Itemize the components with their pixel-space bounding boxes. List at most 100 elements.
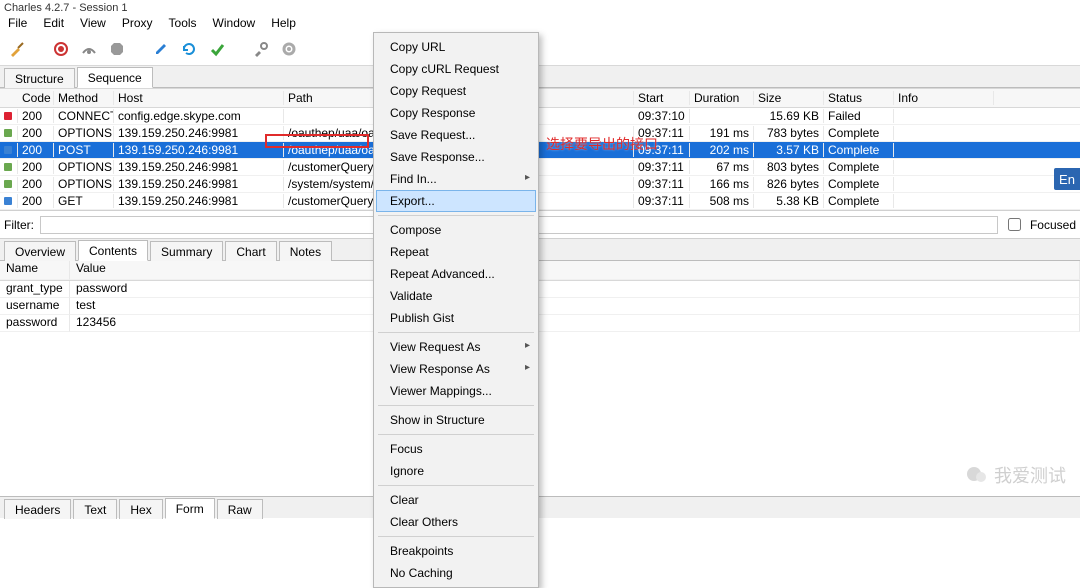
col-host[interactable]: Host bbox=[114, 91, 284, 105]
refresh-icon[interactable] bbox=[178, 38, 200, 60]
menu-item[interactable]: Copy Request bbox=[376, 80, 536, 102]
cell-status: Complete bbox=[824, 126, 894, 140]
broom-icon[interactable] bbox=[6, 38, 28, 60]
menu-item[interactable]: Clear Others bbox=[376, 511, 536, 533]
col-status[interactable]: Status bbox=[824, 91, 894, 105]
watermark: 我爱测试 bbox=[966, 462, 1066, 488]
stop-icon[interactable] bbox=[106, 38, 128, 60]
menu-proxy[interactable]: Proxy bbox=[118, 16, 157, 30]
cell-duration: 166 ms bbox=[690, 177, 754, 191]
col-start[interactable]: Start bbox=[634, 91, 690, 105]
table-row[interactable]: 200OPTIONS139.159.250.246:9981/customerQ… bbox=[0, 159, 1080, 176]
table-row[interactable]: 200OPTIONS139.159.250.246:9981/oauthep/u… bbox=[0, 125, 1080, 142]
menu-item[interactable]: Show in Structure bbox=[376, 409, 536, 431]
menu-item[interactable]: Copy Response bbox=[376, 102, 536, 124]
menu-separator bbox=[378, 405, 534, 406]
menu-item[interactable]: Copy cURL Request bbox=[376, 58, 536, 80]
edit-icon[interactable] bbox=[150, 38, 172, 60]
menu-item[interactable]: Focus bbox=[376, 438, 536, 460]
menu-item[interactable]: Export... bbox=[376, 190, 536, 212]
col-method[interactable]: Method bbox=[54, 91, 114, 105]
cell-method: CONNECT bbox=[54, 109, 114, 123]
focused-checkbox[interactable] bbox=[1008, 218, 1021, 231]
nv-row[interactable]: grant_typepassword bbox=[0, 281, 1080, 298]
nv-header: Name Value bbox=[0, 261, 1080, 281]
tab-sequence[interactable]: Sequence bbox=[77, 67, 153, 88]
cell-status: Complete bbox=[824, 194, 894, 208]
menu-item[interactable]: Copy URL bbox=[376, 36, 536, 58]
cell-duration: 191 ms bbox=[690, 126, 754, 140]
menu-item[interactable]: Repeat bbox=[376, 241, 536, 263]
tools-icon[interactable] bbox=[250, 38, 272, 60]
nv-list[interactable]: grant_typepasswordusernametestpassword12… bbox=[0, 281, 1080, 332]
col-size[interactable]: Size bbox=[754, 91, 824, 105]
tab-chart[interactable]: Chart bbox=[225, 241, 276, 261]
menu-item[interactable]: Breakpoints bbox=[376, 540, 536, 562]
tab-headers[interactable]: Headers bbox=[4, 499, 71, 519]
nv-row[interactable]: password123456 bbox=[0, 315, 1080, 332]
menu-item[interactable]: Save Request... bbox=[376, 124, 536, 146]
col-code[interactable]: Code bbox=[18, 91, 54, 105]
nv-name: username bbox=[0, 298, 70, 315]
ime-indicator[interactable]: En bbox=[1054, 168, 1080, 190]
request-list[interactable]: 200CONNECTconfig.edge.skype.com09:37:101… bbox=[0, 108, 1080, 210]
table-row[interactable]: 200GET139.159.250.246:9981/customerQuery… bbox=[0, 193, 1080, 210]
menu-item[interactable]: Compose bbox=[376, 219, 536, 241]
menu-item[interactable]: Viewer Mappings... bbox=[376, 380, 536, 402]
col-info[interactable]: Info bbox=[894, 91, 994, 105]
menu-tools[interactable]: Tools bbox=[165, 16, 201, 30]
tab-overview[interactable]: Overview bbox=[4, 241, 76, 261]
tab-form[interactable]: Form bbox=[165, 498, 215, 519]
menu-item[interactable]: View Response As bbox=[376, 358, 536, 380]
cell-size: 826 bytes bbox=[754, 177, 824, 191]
menu-item[interactable]: Validate bbox=[376, 285, 536, 307]
nv-col-name[interactable]: Name bbox=[0, 261, 70, 280]
cell-code: 200 bbox=[18, 126, 54, 140]
nv-name: password bbox=[0, 315, 70, 332]
menu-item[interactable]: Ignore bbox=[376, 460, 536, 482]
tab-text[interactable]: Text bbox=[73, 499, 117, 519]
menu-item[interactable]: Save Response... bbox=[376, 146, 536, 168]
tab-contents[interactable]: Contents bbox=[78, 240, 148, 261]
context-menu: Copy URLCopy cURL RequestCopy RequestCop… bbox=[373, 32, 539, 588]
row-status-icon bbox=[0, 160, 18, 174]
throttle-icon[interactable] bbox=[78, 38, 100, 60]
tab-summary[interactable]: Summary bbox=[150, 241, 223, 261]
menu-item[interactable]: View Request As bbox=[376, 336, 536, 358]
cell-status: Failed bbox=[824, 109, 894, 123]
tab-raw[interactable]: Raw bbox=[217, 499, 263, 519]
check-icon[interactable] bbox=[206, 38, 228, 60]
tab-notes[interactable]: Notes bbox=[279, 241, 332, 261]
menu-window[interactable]: Window bbox=[209, 16, 260, 30]
filter-bar: Filter: Focused bbox=[0, 210, 1080, 239]
menu-item[interactable]: Publish Gist bbox=[376, 307, 536, 329]
menu-item[interactable]: Clear bbox=[376, 489, 536, 511]
cell-host: 139.159.250.246:9981 bbox=[114, 126, 284, 140]
view-tabs: Structure Sequence bbox=[0, 66, 1080, 88]
settings-icon[interactable] bbox=[278, 38, 300, 60]
cell-method: OPTIONS bbox=[54, 160, 114, 174]
menu-item[interactable]: Repeat Advanced... bbox=[376, 263, 536, 285]
nv-row[interactable]: usernametest bbox=[0, 298, 1080, 315]
cell-start: 09:37:11 bbox=[634, 160, 690, 174]
table-row[interactable]: 200CONNECTconfig.edge.skype.com09:37:101… bbox=[0, 108, 1080, 125]
table-row[interactable]: 200POST139.159.250.246:9981/oauthep/uaa/… bbox=[0, 142, 1080, 159]
nv-col-value[interactable]: Value bbox=[70, 261, 1080, 280]
menu-view[interactable]: View bbox=[76, 16, 110, 30]
cell-host: 139.159.250.246:9981 bbox=[114, 177, 284, 191]
cell-host: 139.159.250.246:9981 bbox=[114, 194, 284, 208]
focused-label: Focused bbox=[1030, 218, 1076, 232]
tab-hex[interactable]: Hex bbox=[119, 499, 162, 519]
col-duration[interactable]: Duration bbox=[690, 91, 754, 105]
record-icon[interactable] bbox=[50, 38, 72, 60]
menu-item[interactable]: No Caching bbox=[376, 562, 536, 584]
menu-item[interactable]: Find In... bbox=[376, 168, 536, 190]
table-row[interactable]: 200OPTIONS139.159.250.246:9981/system/sy… bbox=[0, 176, 1080, 193]
toolbar bbox=[0, 32, 1080, 66]
menu-help[interactable]: Help bbox=[267, 16, 300, 30]
menu-file[interactable]: File bbox=[4, 16, 31, 30]
menu-edit[interactable]: Edit bbox=[39, 16, 68, 30]
cell-start: 09:37:11 bbox=[634, 126, 690, 140]
cell-status: Complete bbox=[824, 143, 894, 157]
tab-structure[interactable]: Structure bbox=[4, 68, 75, 88]
